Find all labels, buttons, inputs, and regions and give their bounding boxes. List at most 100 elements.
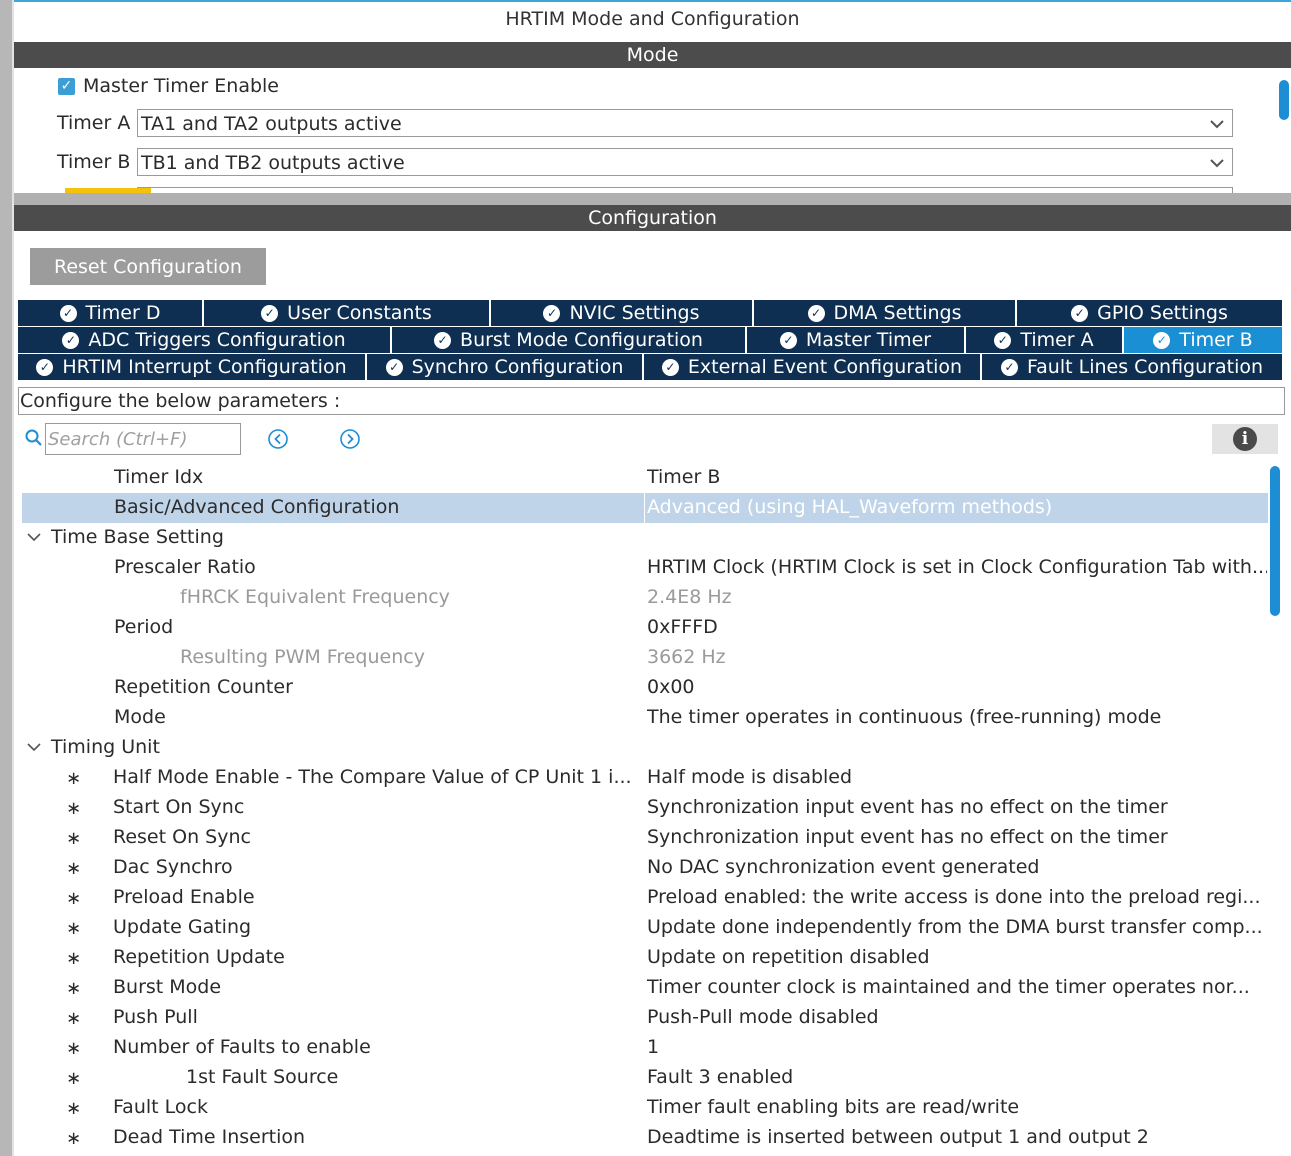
table-row[interactable]: Period 0xFFFD [22, 613, 1268, 643]
table-row[interactable]: ∗ Preload Enable Preload enabled: the wr… [22, 883, 1268, 913]
reset-configuration-button[interactable]: Reset Configuration [30, 248, 266, 285]
property-value[interactable]: Timer fault enabling bits are read/write [647, 1096, 1019, 1118]
table-row[interactable]: ∗ Push Pull Push-Pull mode disabled [22, 1003, 1268, 1033]
table-row[interactable]: ∗ Dac Synchro No DAC synchronization eve… [22, 853, 1268, 883]
property-value[interactable]: Half mode is disabled [647, 766, 852, 788]
tab-label: DMA Settings [833, 302, 962, 324]
parameters-caption: Configure the below parameters : [18, 387, 1285, 415]
tab-synchro-configuration[interactable]: ✓ Synchro Configuration [367, 354, 644, 380]
table-row[interactable]: ∗ Dead Time Insertion Deadtime is insert… [22, 1123, 1268, 1153]
tab-label: ADC Triggers Configuration [88, 329, 346, 351]
check-circle-icon: ✓ [779, 331, 797, 349]
table-row[interactable]: ∗ Start On Sync Synchronization input ev… [22, 793, 1268, 823]
property-value[interactable]: Timer B [647, 466, 720, 488]
check-circle-icon: ✓ [62, 331, 80, 349]
check-circle-icon: ✓ [994, 331, 1012, 349]
table-row[interactable]: Mode The timer operates in continuous (f… [22, 703, 1268, 733]
property-value[interactable]: Advanced (using HAL_Waveform methods) [647, 496, 1052, 518]
check-circle-icon: ✓ [36, 358, 54, 376]
tab-timer-b[interactable]: ✓ Timer B [1124, 327, 1282, 353]
tab-external-event-configuration[interactable]: ✓ External Event Configuration [644, 354, 982, 380]
property-value[interactable]: Update on repetition disabled [647, 946, 930, 968]
tab-label: User Constants [287, 302, 432, 324]
property-value: 3662 Hz [647, 646, 726, 668]
tab-label: Synchro Configuration [411, 356, 624, 378]
property-value[interactable]: No DAC synchronization event generated [647, 856, 1040, 878]
previous-match-icon[interactable] [267, 428, 289, 450]
property-value[interactable]: Deadtime is inserted between output 1 an… [647, 1126, 1149, 1148]
property-name: Timer Idx [114, 466, 204, 488]
tab-burst-mode-configuration[interactable]: ✓ Burst Mode Configuration [392, 327, 747, 353]
property-value[interactable]: Timer counter clock is maintained and th… [647, 976, 1250, 998]
check-circle-icon: ✓ [385, 358, 403, 376]
table-row: Resulting PWM Frequency 3662 Hz [22, 643, 1268, 673]
asterisk-icon: ∗ [66, 1038, 82, 1059]
property-value[interactable]: Update done independently from the DMA b… [647, 916, 1263, 938]
property-value[interactable]: Fault 3 enabled [647, 1066, 793, 1088]
tab-adc-triggers-configuration[interactable]: ✓ ADC Triggers Configuration [18, 327, 392, 353]
table-row[interactable]: ∗ Fault Lock Timer fault enabling bits a… [22, 1093, 1268, 1123]
table-row[interactable]: ∗ Half Mode Enable - The Compare Value o… [22, 763, 1268, 793]
group-row-time-base-setting[interactable]: Time Base Setting [22, 523, 1268, 553]
tab-hrtim-interrupt-configuration[interactable]: ✓ HRTIM Interrupt Configuration [18, 354, 367, 380]
table-row: fHRCK Equivalent Frequency 2.4E8 Hz [22, 583, 1268, 613]
mode-scrollbar-thumb[interactable] [1279, 80, 1289, 120]
chevron-down-icon[interactable] [26, 739, 42, 755]
property-value[interactable]: HRTIM Clock (HRTIM Clock is set in Clock… [647, 556, 1267, 578]
tab-master-timer[interactable]: ✓ Master Timer [747, 327, 966, 353]
timer-b-select[interactable]: TB1 and TB2 outputs active [137, 148, 1233, 176]
table-row[interactable]: ∗ Reset On Sync Synchronization input ev… [22, 823, 1268, 853]
table-row[interactable]: ∗ 1st Fault Source Fault 3 enabled [22, 1063, 1268, 1093]
tab-user-constants[interactable]: ✓ User Constants [204, 300, 491, 326]
tab-label: Master Timer [805, 329, 932, 351]
tab-dma-settings[interactable]: ✓ DMA Settings [754, 300, 1017, 326]
property-value[interactable]: Synchronization input event has no effec… [647, 826, 1168, 848]
table-row[interactable]: ∗ Number of Faults to enable 1 [22, 1033, 1268, 1063]
property-name: Period [114, 616, 174, 638]
property-value[interactable]: 0xFFFD [647, 616, 718, 638]
property-name: Repetition Counter [114, 676, 293, 698]
table-row[interactable]: Basic/Advanced Configuration Advanced (u… [22, 493, 1268, 523]
chevron-down-icon [1210, 120, 1224, 129]
tab-timer-d[interactable]: ✓ Timer D [18, 300, 204, 326]
property-value[interactable]: The timer operates in continuous (free-r… [647, 706, 1161, 728]
panel-splitter[interactable] [14, 193, 1291, 205]
property-value[interactable]: Preload enabled: the write access is don… [647, 886, 1261, 908]
tab-label: Fault Lines Configuration [1026, 356, 1264, 378]
configuration-header: Configuration [14, 205, 1291, 231]
table-row[interactable]: Prescaler Ratio HRTIM Clock (HRTIM Clock… [22, 553, 1268, 583]
table-row[interactable]: ∗ Repetition Update Update on repetition… [22, 943, 1268, 973]
chevron-down-icon[interactable] [26, 529, 42, 545]
property-value[interactable]: Push-Pull mode disabled [647, 1006, 879, 1028]
group-row-timing-unit[interactable]: Timing Unit [22, 733, 1268, 763]
timer-a-select[interactable]: TA1 and TA2 outputs active [137, 109, 1233, 137]
tab-label: Timer D [85, 302, 161, 324]
property-value[interactable]: 1 [647, 1036, 659, 1058]
tab-label: Burst Mode Configuration [460, 329, 703, 351]
property-name: Half Mode Enable - The Compare Value of … [113, 766, 632, 788]
info-button[interactable]: i [1212, 424, 1278, 454]
tab-fault-lines-configuration[interactable]: ✓ Fault Lines Configuration [982, 354, 1282, 380]
property-name: Preload Enable [113, 886, 255, 908]
property-name: Repetition Update [113, 946, 285, 968]
tab-nvic-settings[interactable]: ✓ NVIC Settings [491, 300, 754, 326]
property-grid-scrollbar-thumb[interactable] [1270, 466, 1280, 616]
tab-timer-a[interactable]: ✓ Timer A [966, 327, 1124, 353]
timer-a-select-value: TA1 and TA2 outputs active [141, 113, 402, 135]
table-row[interactable]: ∗ Burst Mode Timer counter clock is main… [22, 973, 1268, 1003]
table-row[interactable]: ∗ Update Gating Update done independentl… [22, 913, 1268, 943]
table-row[interactable]: Repetition Counter 0x00 [22, 673, 1268, 703]
property-name: Resulting PWM Frequency [180, 646, 425, 668]
master-timer-enable-checkbox[interactable]: ✓ [58, 77, 75, 95]
table-row[interactable]: Timer Idx Timer B [22, 463, 1268, 493]
check-circle-icon: ✓ [661, 358, 679, 376]
next-match-icon[interactable] [339, 428, 361, 450]
master-timer-enable-row[interactable]: ✓ Master Timer Enable [58, 74, 279, 98]
property-value[interactable]: Synchronization input event has no effec… [647, 796, 1168, 818]
search-input[interactable] [45, 423, 241, 455]
tab-gpio-settings[interactable]: ✓ GPIO Settings [1017, 300, 1282, 326]
property-value[interactable]: 0x00 [647, 676, 695, 698]
asterisk-icon: ∗ [66, 978, 82, 999]
asterisk-icon: ∗ [66, 858, 82, 879]
property-name: Mode [114, 706, 166, 728]
